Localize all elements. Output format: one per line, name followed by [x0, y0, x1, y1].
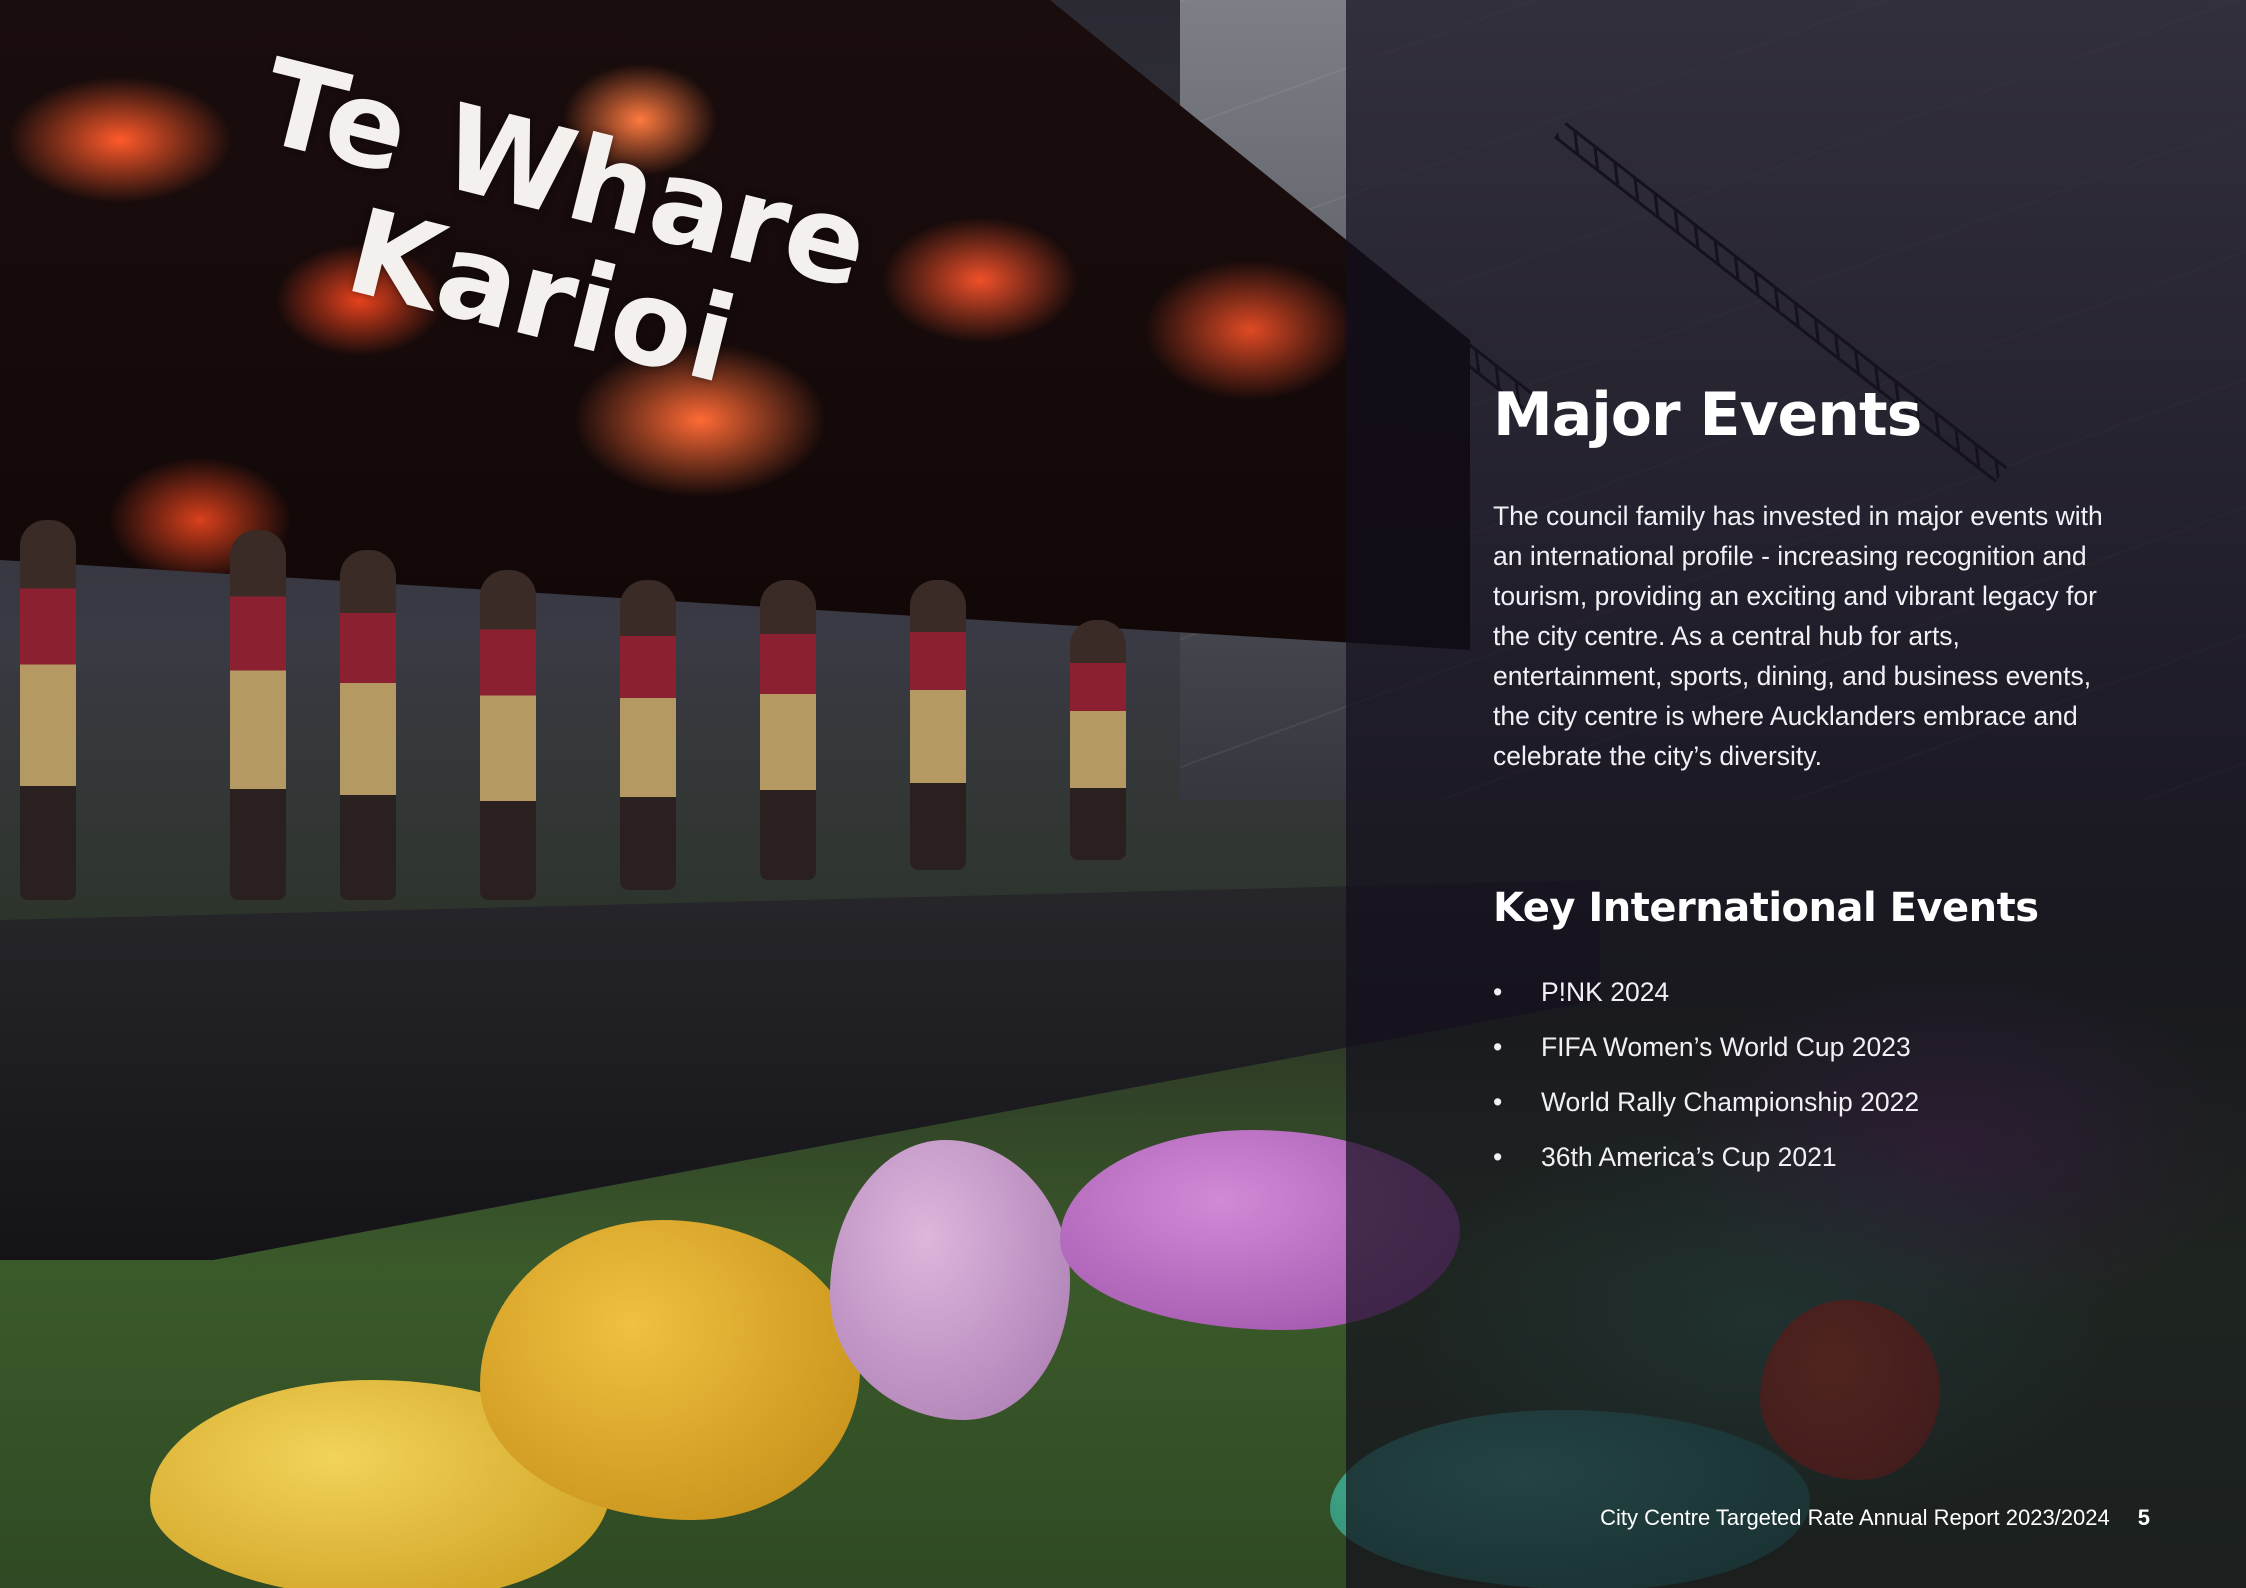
list-item: • FIFA Women’s World Cup 2023	[1493, 1023, 1919, 1078]
intro-paragraph: The council family has invested in major…	[1493, 501, 2103, 771]
event-name: P!NK 2024	[1541, 977, 1670, 1007]
events-heading: Key International Events	[1493, 885, 2039, 931]
event-name: World Rally Championship 2022	[1541, 1087, 1920, 1117]
performer	[620, 580, 676, 890]
bullet: •	[1493, 977, 1503, 1007]
page-title: Major Events	[1493, 380, 1922, 450]
events-list: • P!NK 2024 • FIFA Women’s World Cup 2023 …	[1493, 968, 1919, 1188]
performer	[230, 530, 286, 900]
bullet: •	[1493, 1087, 1503, 1117]
event-name: 36th America’s Cup 2021	[1541, 1142, 1837, 1172]
performer	[1070, 620, 1126, 860]
performer	[480, 570, 536, 900]
list-item: • World Rally Championship 2022	[1493, 1078, 1919, 1133]
performer	[20, 520, 76, 900]
bullet: •	[1493, 1142, 1503, 1172]
page-number: 5	[2137, 1505, 2150, 1530]
performer	[910, 580, 966, 870]
event-name: FIFA Women’s World Cup 2023	[1541, 1032, 1911, 1062]
bean-bag	[830, 1140, 1070, 1420]
text-panel-overlay	[1346, 0, 2246, 1588]
bullet: •	[1493, 1032, 1503, 1062]
list-item: • 36th America’s Cup 2021	[1493, 1133, 1919, 1188]
page-footer: City Centre Targeted Rate Annual Report …	[1600, 1505, 2150, 1531]
list-item: • P!NK 2024	[1493, 968, 1919, 1023]
bean-bag	[480, 1220, 860, 1520]
performer	[760, 580, 816, 880]
performer	[340, 550, 396, 900]
report-title: City Centre Targeted Rate Annual Report …	[1600, 1505, 2110, 1530]
